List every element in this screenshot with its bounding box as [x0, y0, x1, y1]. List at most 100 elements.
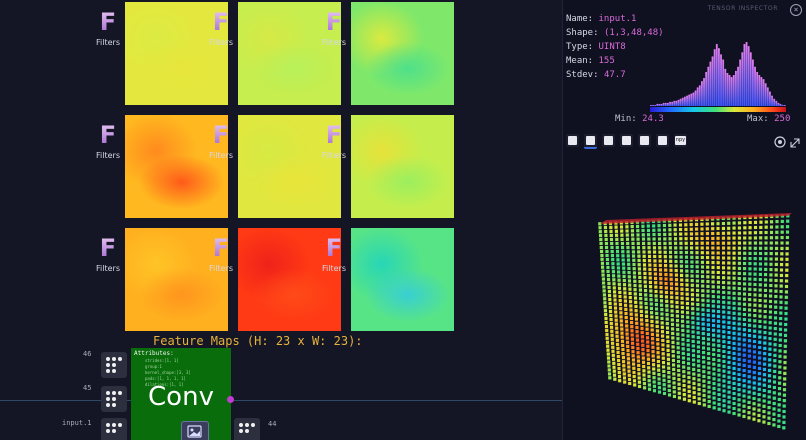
- histogram-bar: [745, 42, 748, 106]
- histogram-bar: [703, 78, 705, 106]
- model-graph-canvas[interactable]: F Filters F Filters F Filters F Filters F Filters…: [0, 0, 562, 440]
- conv-attribute: kernel_shape:[3, 3]: [145, 370, 191, 375]
- histogram-bar: [756, 71, 759, 106]
- histogram-bar: [771, 95, 773, 106]
- filters-button[interactable]: F Filters: [314, 10, 354, 47]
- filter-icon: F: [88, 236, 128, 260]
- histogram-bar: [711, 56, 714, 106]
- histogram-bar: [718, 48, 720, 106]
- histogram-bar: [777, 102, 780, 106]
- grid-view-button[interactable]: [602, 134, 615, 147]
- constant-node-46[interactable]: [101, 352, 127, 378]
- histogram-bar: [662, 102, 665, 106]
- histogram-bar: [722, 59, 725, 106]
- filters-button[interactable]: F Filters: [88, 10, 128, 47]
- tensor-stdev: 47.7: [603, 70, 626, 80]
- histogram-bar: [658, 103, 661, 106]
- tensor-mean: 155: [598, 56, 615, 66]
- filters-button[interactable]: F Filters: [201, 10, 241, 47]
- histogram-bar: [754, 66, 756, 106]
- histogram-bar: [671, 101, 674, 106]
- npy-view-button[interactable]: npy: [674, 134, 687, 147]
- histogram-bar: [749, 52, 752, 106]
- histogram-bar: [696, 87, 699, 106]
- filter-icon: F: [314, 10, 354, 34]
- histogram-bar: [783, 104, 786, 106]
- conv-attributes-title: Attributes:: [134, 350, 174, 357]
- histogram-bar: [660, 103, 663, 106]
- filters-label: Filters: [96, 38, 120, 47]
- filters-button[interactable]: F Filters: [201, 236, 241, 273]
- histogram-bar: [705, 71, 708, 106]
- histogram-bar: [766, 87, 769, 106]
- inspector-title: TENSOR INSPECTOR: [707, 5, 778, 12]
- colormap-bar: [650, 107, 786, 112]
- expand-icon[interactable]: [790, 138, 800, 148]
- histogram-bar: [701, 81, 703, 106]
- histogram-bar: [732, 75, 735, 106]
- feature-map-row: F Filters F Filters F Filters: [0, 2, 562, 105]
- feature-map[interactable]: [351, 2, 454, 105]
- histogram-bar: [688, 94, 691, 106]
- percent-view-button[interactable]: [638, 134, 651, 147]
- inspector-toolbar: npy: [566, 134, 802, 151]
- histogram-bar: [752, 59, 754, 106]
- filter-icon: F: [314, 123, 354, 147]
- checker-view-button[interactable]: [620, 134, 633, 147]
- copy-icon: [586, 136, 595, 145]
- filters-button[interactable]: F Filters: [88, 123, 128, 160]
- histogram-bar: [728, 75, 731, 106]
- tensor-3d-view[interactable]: [588, 210, 806, 436]
- filters-button[interactable]: F Filters: [88, 236, 128, 273]
- list-view-button[interactable]: [566, 134, 579, 147]
- histogram-bar: [677, 99, 680, 106]
- conv-node-title: Conv: [148, 382, 214, 412]
- min-value-row: Min: 24.3: [615, 114, 664, 124]
- filters-label: Filters: [322, 38, 346, 47]
- histogram-bar: [760, 77, 763, 106]
- filters-label: Filters: [322, 151, 346, 160]
- histogram-bar: [664, 102, 667, 106]
- constant-node-45[interactable]: [101, 386, 127, 412]
- constant-node-44[interactable]: [234, 418, 260, 440]
- filters-button[interactable]: F Filters: [314, 123, 354, 160]
- filters-label: Filters: [209, 151, 233, 160]
- screenshot-icon[interactable]: [774, 136, 786, 148]
- input-label: input.1: [62, 419, 92, 427]
- histogram-bar: [692, 92, 695, 106]
- filters-button[interactable]: F Filters: [201, 123, 241, 160]
- histogram-bar: [775, 100, 778, 106]
- filter-icon: F: [201, 236, 241, 260]
- conv-attribute: strides:[1, 1]: [145, 358, 179, 363]
- histogram-bar: [758, 75, 761, 106]
- conv-attribute: pads:[1, 1, 1, 1]: [145, 376, 186, 381]
- graph-edge: [0, 400, 562, 401]
- tensor-stdev-row: Stdev: 47.7: [566, 70, 626, 80]
- feature-map-row: F Filters F Filters F Filters: [0, 115, 562, 218]
- link-view-button[interactable]: [656, 134, 669, 147]
- view-controls: [774, 136, 800, 148]
- list-icon: [568, 136, 577, 145]
- close-icon[interactable]: ×: [790, 4, 802, 16]
- histogram-bar: [747, 46, 750, 106]
- value-histogram: [650, 42, 786, 106]
- max-value-row: Max: 250: [747, 114, 791, 124]
- filters-label: Filters: [209, 264, 233, 273]
- feature-map[interactable]: [351, 115, 454, 218]
- feature-map[interactable]: [351, 228, 454, 331]
- histogram-bar: [769, 91, 771, 106]
- conv-output-port[interactable]: [227, 396, 234, 403]
- conv-attribute: group:1: [145, 364, 162, 369]
- copy-view-button[interactable]: [584, 134, 597, 149]
- filters-label: Filters: [322, 264, 346, 273]
- histogram-bar: [762, 79, 765, 106]
- feature-maps-caption: Feature Maps (H: 23 x W: 23):: [153, 334, 363, 348]
- histogram-bar: [735, 70, 737, 106]
- input-node[interactable]: [101, 418, 127, 440]
- histogram-bar: [667, 102, 669, 106]
- filters-button[interactable]: F Filters: [314, 236, 354, 273]
- checker-icon: [622, 136, 631, 145]
- image-preview-icon[interactable]: [181, 421, 209, 440]
- filter-icon: F: [88, 123, 128, 147]
- histogram-bar: [773, 98, 776, 106]
